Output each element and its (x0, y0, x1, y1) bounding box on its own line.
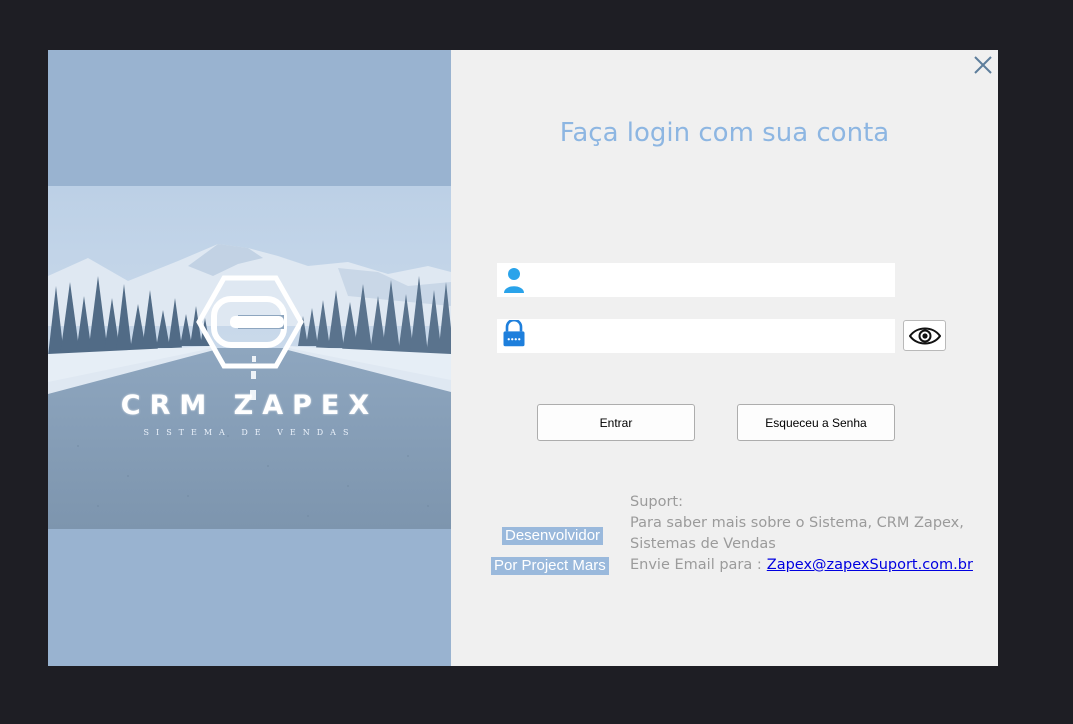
support-line-2: Sistemas de Vendas (630, 536, 776, 552)
brand-title: CRM ZAPEX (120, 390, 379, 421)
login-heading: Faça login com sua conta (559, 118, 890, 148)
support-email-prefix: Envie Email para : (630, 557, 762, 573)
login-form-panel: Faça login com sua conta Entrar Esqueceu… (451, 50, 998, 666)
developer-label: Desenvolvidor (502, 527, 604, 545)
support-line-1: Para saber mais sobre o Sistema, CRM Zap… (630, 515, 964, 531)
banner-image: CRM ZAPEX SISTEMA DE VENDAS (48, 186, 451, 529)
support-info: Suport: Para saber mais sobre o Sistema,… (630, 492, 990, 576)
lock-icon (503, 320, 525, 347)
close-icon (974, 56, 992, 74)
support-email-row: Envie Email para : Zapex@zapexSuport.com.… (630, 555, 990, 576)
login-window: CRM ZAPEX SISTEMA DE VENDAS Faça login c… (48, 50, 998, 666)
developer-credit: Por Project Mars (491, 557, 609, 575)
username-input[interactable] (531, 263, 891, 297)
brand-subtitle: SISTEMA DE VENDAS (143, 428, 356, 437)
eye-icon (909, 327, 941, 345)
close-button[interactable] (972, 54, 994, 76)
support-title: Suport: (630, 494, 684, 510)
user-icon (504, 268, 524, 293)
password-input[interactable] (531, 319, 891, 353)
forgot-password-button[interactable]: Esqueceu a Senha (737, 404, 895, 441)
branding-panel: CRM ZAPEX SISTEMA DE VENDAS (48, 50, 451, 666)
password-field (497, 319, 895, 353)
username-field (497, 263, 895, 297)
show-password-button[interactable] (903, 320, 946, 351)
support-email-link[interactable]: Zapex@zapexSuport.com.br (767, 557, 973, 573)
enter-button[interactable]: Entrar (537, 404, 695, 441)
